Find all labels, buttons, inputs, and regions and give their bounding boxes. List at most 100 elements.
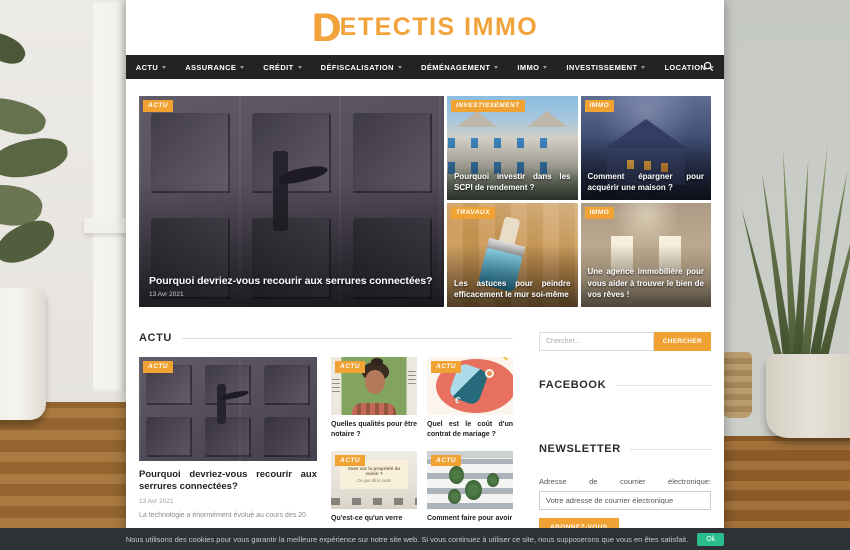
- nav-item-label: DÉMÉNAGEMENT: [421, 63, 490, 72]
- category-badge[interactable]: ACTU: [143, 361, 173, 373]
- article-title[interactable]: Comment faire pour avoir: [427, 514, 513, 524]
- category-badge[interactable]: ACTU: [335, 455, 365, 467]
- search-form: CHERCHER: [539, 332, 711, 351]
- article-thumbnail: ACTU: [139, 357, 317, 461]
- chevron-down-icon: [298, 66, 302, 69]
- window-trim: [93, 0, 126, 392]
- article-title[interactable]: Quelles qualités pour être notaire ?: [331, 420, 417, 440]
- cookie-ok-button[interactable]: Ok: [697, 533, 724, 546]
- actu-featured-article[interactable]: ACTU Pourquoi devriez-vous recourir aux …: [139, 357, 317, 523]
- nav-item-assurance[interactable]: ASSURANCE: [185, 63, 244, 72]
- nav-item-actu[interactable]: ACTU: [136, 63, 166, 72]
- hero-grid: INVESTISSEMENT Pourquoi investir dans le…: [447, 96, 711, 307]
- category-badge[interactable]: TRAVAUX: [451, 207, 495, 219]
- hero-card-epargne[interactable]: IMMO Comment épargner pour acquérir une …: [581, 96, 712, 200]
- hero-card-peinture[interactable]: TRAVAUX Les astuces pour peindre efficac…: [447, 203, 578, 307]
- search-button[interactable]: CHERCHER: [654, 332, 711, 351]
- hero-section: ACTU Pourquoi devriez-vous recourir aux …: [139, 96, 711, 307]
- articles-row: ACTU Pourquoi devriez-vous recourir aux …: [139, 357, 513, 523]
- plant-pot-left: [0, 288, 46, 420]
- article-title[interactable]: Qu'est-ce qu'un verre: [331, 514, 417, 524]
- article-title[interactable]: Pourquoi devriez-vous recourir aux serru…: [139, 469, 317, 493]
- chevron-down-icon: [398, 66, 402, 69]
- article-title[interactable]: Pourquoi devriez-vous recourir aux serru…: [149, 275, 434, 287]
- chevron-down-icon: [240, 66, 244, 69]
- category-badge[interactable]: ACTU: [431, 361, 461, 373]
- chevron-down-icon: [543, 66, 547, 69]
- site-container: D ETECTIS IMMO ACTU ASSURANCE CRÉDIT DÉF…: [126, 0, 724, 550]
- hero-featured-article[interactable]: ACTU Pourquoi devriez-vous recourir aux …: [139, 96, 444, 307]
- article-title[interactable]: Pourquoi investir dans les SCPI de rende…: [447, 165, 578, 200]
- chevron-down-icon: [641, 66, 645, 69]
- nav-item-defiscalisation[interactable]: DÉFISCALISATION: [321, 63, 402, 72]
- hero-caption: Pourquoi devriez-vous recourir aux serru…: [139, 266, 444, 307]
- article-date: 13 Avr 2021: [139, 498, 317, 505]
- logo-initial: D: [312, 11, 339, 45]
- mini-article-grid: ACTU Quelles qualités pour être notaire …: [331, 357, 513, 523]
- category-badge[interactable]: INVESTISSEMENT: [451, 100, 525, 112]
- newsletter-label: Adresse de courrier électronique:: [539, 477, 711, 486]
- window-sill: [84, 218, 126, 233]
- section-title: ACTU: [139, 332, 172, 344]
- site-logo[interactable]: D ETECTIS IMMO: [312, 11, 538, 45]
- nav-item-demenagement[interactable]: DÉMÉNAGEMENT: [421, 63, 498, 72]
- article-thumbnail: ACTU: [331, 357, 417, 415]
- mini-card-verre[interactable]: Vues sur la propriété du voisin ? Ce que…: [331, 451, 417, 524]
- section-head: ACTU: [139, 332, 513, 344]
- widget-title: FACEBOOK: [539, 379, 606, 391]
- chevron-down-icon: [162, 66, 166, 69]
- article-excerpt: La technologie a énormément évolué au co…: [139, 511, 317, 522]
- article-title[interactable]: Comment épargner pour acquérir une maiso…: [581, 165, 712, 200]
- nav-item-label: LOCATION: [664, 63, 706, 72]
- article-thumbnail: ACTU: [427, 451, 513, 509]
- logo-text: ETECTIS IMMO: [340, 13, 539, 42]
- newsletter-widget-head: NEWSLETTER: [539, 443, 711, 455]
- mini-card-mariage[interactable]: € ACTU Quel est le coût d'un contrat de …: [427, 357, 513, 440]
- facebook-widget-head: FACEBOOK: [539, 379, 711, 391]
- nav-item-label: INVESTISSEMENT: [566, 63, 637, 72]
- chevron-down-icon: [494, 66, 498, 69]
- content-area: ACTU ACTU Pourquoi devriez-vous recourir…: [139, 332, 711, 537]
- widget-title: NEWSLETTER: [539, 443, 621, 455]
- nav-item-label: IMMO: [517, 63, 539, 72]
- nav-item-investissement[interactable]: INVESTISSEMENT: [566, 63, 645, 72]
- cookie-banner: Nous utilisons des cookies pour vous gar…: [0, 528, 850, 550]
- note-text: Ce que dit le code: [357, 478, 391, 483]
- category-badge[interactable]: ACTU: [335, 361, 365, 373]
- article-title[interactable]: Quel est le coût d'un contrat de mariage…: [427, 420, 513, 440]
- category-badge[interactable]: ACTU: [143, 100, 173, 112]
- category-badge[interactable]: IMMO: [585, 207, 615, 219]
- hero-card-agence[interactable]: IMMO Une agence immobilière pour vous ai…: [581, 203, 712, 307]
- main-column: ACTU ACTU Pourquoi devriez-vous recourir…: [139, 332, 513, 537]
- nav-item-label: DÉFISCALISATION: [321, 63, 394, 72]
- main-nav: ACTU ASSURANCE CRÉDIT DÉFISCALISATION DÉ…: [126, 55, 724, 79]
- newsletter-email-field[interactable]: [539, 491, 711, 510]
- category-badge[interactable]: ACTU: [431, 455, 461, 467]
- note-text: Vues sur la propriété du voisin ?: [342, 466, 405, 476]
- cookie-text: Nous utilisons des cookies pour vous gar…: [126, 535, 688, 544]
- article-title[interactable]: Les astuces pour peindre efficacement le…: [447, 272, 578, 307]
- search-input[interactable]: [539, 332, 654, 351]
- nav-item-label: CRÉDIT: [263, 63, 293, 72]
- search-icon[interactable]: [703, 61, 714, 72]
- article-title[interactable]: Une agence immobilière pour vous aider à…: [581, 260, 712, 307]
- mini-card-comment[interactable]: ACTU Comment faire pour avoir: [427, 451, 513, 524]
- widget-divider: [631, 449, 711, 450]
- article-date: 13 Avr 2021: [149, 291, 434, 298]
- nav-item-label: ASSURANCE: [185, 63, 236, 72]
- article-thumbnail: Vues sur la propriété du voisin ? Ce que…: [331, 451, 417, 509]
- section-divider: [182, 338, 513, 339]
- nav-item-immo[interactable]: IMMO: [517, 63, 547, 72]
- mini-card-notaire[interactable]: ACTU Quelles qualités pour être notaire …: [331, 357, 417, 440]
- article-image-door: [139, 357, 317, 461]
- site-header: D ETECTIS IMMO: [126, 0, 724, 55]
- article-thumbnail: € ACTU: [427, 357, 513, 415]
- nav-item-credit[interactable]: CRÉDIT: [263, 63, 301, 72]
- category-badge[interactable]: IMMO: [585, 100, 615, 112]
- nav-item-label: ACTU: [136, 63, 158, 72]
- sidebar: CHERCHER FACEBOOK NEWSLETTER Adresse de …: [539, 332, 711, 537]
- plant-pot-right: [766, 354, 850, 438]
- hero-card-scpi[interactable]: INVESTISSEMENT Pourquoi investir dans le…: [447, 96, 578, 200]
- widget-divider: [616, 385, 711, 386]
- woven-basket: [722, 352, 752, 418]
